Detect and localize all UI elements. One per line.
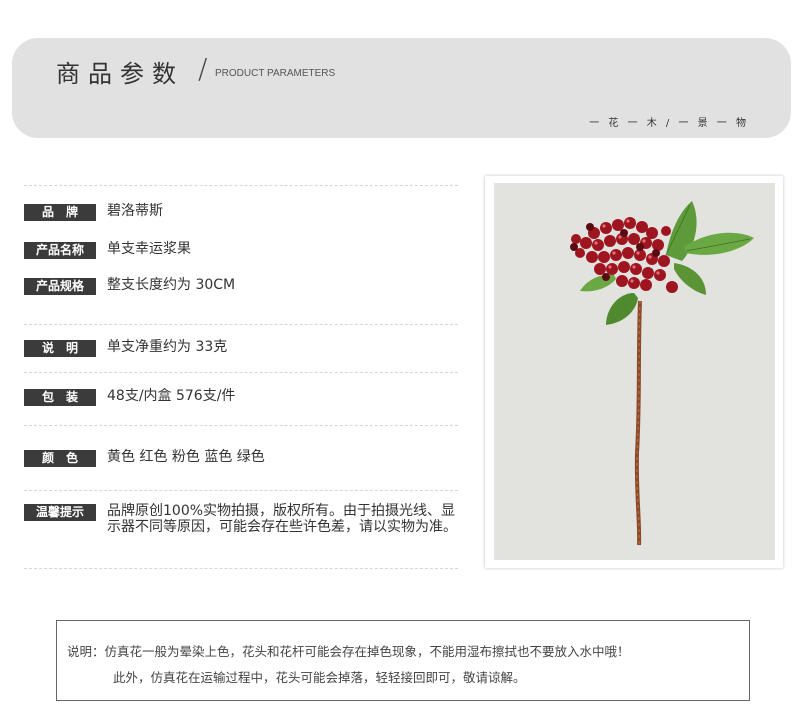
header-banner: 商品参数 / PRODUCT PARAMETERS 一 花 一 木 / 一 景 … [12, 38, 791, 138]
param-value: 单支幸运浆果 [107, 241, 191, 257]
divider [24, 425, 458, 426]
header-motto: 一 花 一 木 / 一 景 一 物 [589, 118, 749, 129]
berry-branch-illustration [570, 201, 754, 546]
param-label: 产品规格 [24, 278, 96, 295]
param-label: 温馨提示 [24, 504, 96, 521]
param-label: 颜 色 [24, 450, 96, 467]
param-value: 48支/内盒 576支/件 [107, 388, 236, 404]
care-notice-line-2: 此外，仿真花在运输过程中，花头可能会掉落，轻轻接回即可，敬请谅解。 [113, 670, 526, 685]
page-subtitle: PRODUCT PARAMETERS [215, 68, 336, 79]
param-value: 整支长度约为 30CM [107, 277, 236, 293]
care-notice-box: 说明：仿真花一般为晕染上色，花头和花杆可能会存在掉色现象，不能用湿布擦拭也不要放… [56, 620, 750, 701]
divider [24, 324, 458, 325]
divider [24, 568, 458, 569]
title-slash: / [198, 52, 208, 85]
param-value: 黄色 红色 粉色 蓝色 绿色 [107, 449, 265, 465]
divider [24, 490, 458, 491]
param-value: 碧洛蒂斯 [107, 203, 163, 219]
param-value: 品牌原创100%实物拍摄，版权所有。由于拍摄光线、显示器不同等原因，可能会存在些… [107, 503, 457, 535]
param-label: 产品名称 [24, 242, 96, 259]
divider [24, 185, 458, 186]
product-photo [494, 183, 775, 560]
param-label: 包 装 [24, 389, 96, 406]
param-value: 单支净重约为 33克 [107, 339, 228, 355]
divider [24, 372, 458, 373]
care-notice-line-1: 说明：仿真花一般为晕染上色，花头和花杆可能会存在掉色现象，不能用湿布擦拭也不要放… [67, 644, 630, 659]
param-label: 说 明 [24, 340, 96, 357]
product-photo-frame [485, 176, 783, 568]
page-title: 商品参数 [56, 60, 184, 88]
param-label: 品 牌 [24, 204, 96, 221]
